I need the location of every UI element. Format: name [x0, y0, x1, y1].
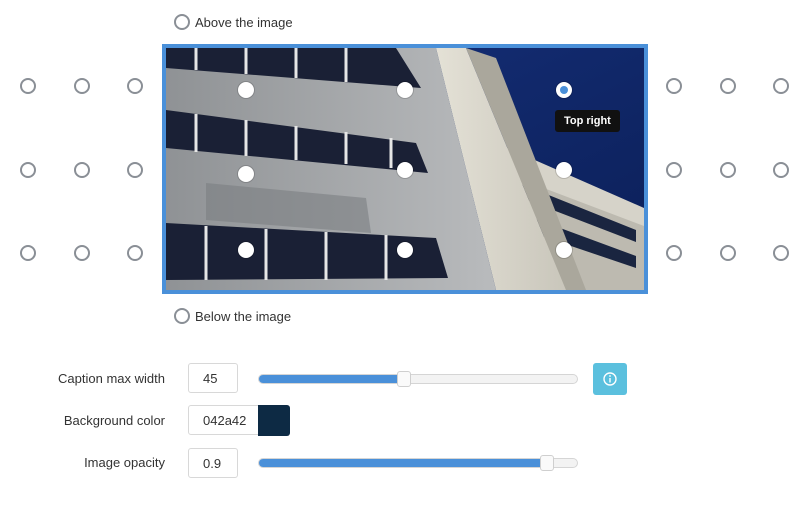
- radio-inner-bottom-center[interactable]: [397, 242, 413, 258]
- radio-outer-right-top-2[interactable]: [720, 78, 736, 94]
- radio-outer-left-mid-2[interactable]: [74, 162, 90, 178]
- caption-max-width-input[interactable]: 45: [188, 363, 238, 393]
- image-opacity-label: Image opacity: [84, 455, 165, 470]
- radio-outer-right-mid-1[interactable]: [666, 162, 682, 178]
- radio-outer-right-mid-3[interactable]: [773, 162, 789, 178]
- radio-inner-middle-right[interactable]: [556, 162, 572, 178]
- radio-outer-left-top-2[interactable]: [74, 78, 90, 94]
- radio-inner-middle-center[interactable]: [397, 162, 413, 178]
- radio-inner-top-left[interactable]: [238, 82, 254, 98]
- radio-outer-left-mid-1[interactable]: [20, 162, 36, 178]
- radio-outer-left-top-1[interactable]: [20, 78, 36, 94]
- background-color-input[interactable]: 042a42: [188, 405, 259, 435]
- radio-inner-middle-left[interactable]: [238, 166, 254, 182]
- background-color-swatch[interactable]: [258, 405, 290, 436]
- caption-max-width-slider-handle[interactable]: [397, 371, 411, 387]
- radio-outer-left-bottom-2[interactable]: [74, 245, 90, 261]
- radio-inner-bottom-left[interactable]: [238, 242, 254, 258]
- radio-outer-right-top-3[interactable]: [773, 78, 789, 94]
- image-opacity-slider[interactable]: [258, 455, 578, 471]
- image-opacity-slider-fill: [259, 459, 547, 467]
- image-opacity-input[interactable]: 0.9: [188, 448, 238, 478]
- radio-outer-left-top-3[interactable]: [127, 78, 143, 94]
- caption-max-width-slider-fill: [259, 375, 404, 383]
- radio-inner-top-right[interactable]: [556, 82, 572, 98]
- image-opacity-slider-handle[interactable]: [540, 455, 554, 471]
- radio-above-image[interactable]: [174, 14, 190, 30]
- info-button[interactable]: [593, 363, 627, 395]
- radio-outer-left-bottom-3[interactable]: [127, 245, 143, 261]
- caption-max-width-label: Caption max width: [58, 371, 165, 386]
- radio-outer-right-bottom-1[interactable]: [666, 245, 682, 261]
- radio-outer-left-bottom-1[interactable]: [20, 245, 36, 261]
- above-image-label: Above the image: [195, 15, 293, 30]
- radio-outer-right-bottom-2[interactable]: [720, 245, 736, 261]
- info-icon: [603, 372, 617, 386]
- below-image-label: Below the image: [195, 309, 292, 324]
- radio-outer-right-bottom-3[interactable]: [773, 245, 789, 261]
- position-tooltip: Top right: [555, 110, 620, 132]
- background-color-label: Background color: [63, 413, 165, 428]
- radio-outer-right-top-1[interactable]: [666, 78, 682, 94]
- radio-inner-top-center[interactable]: [397, 82, 413, 98]
- image-preview: Top right: [162, 44, 648, 294]
- radio-inner-bottom-right[interactable]: [556, 242, 572, 258]
- radio-outer-left-mid-3[interactable]: [127, 162, 143, 178]
- radio-outer-right-mid-2[interactable]: [720, 162, 736, 178]
- radio-below-image[interactable]: [174, 308, 190, 324]
- caption-max-width-slider[interactable]: [258, 371, 578, 387]
